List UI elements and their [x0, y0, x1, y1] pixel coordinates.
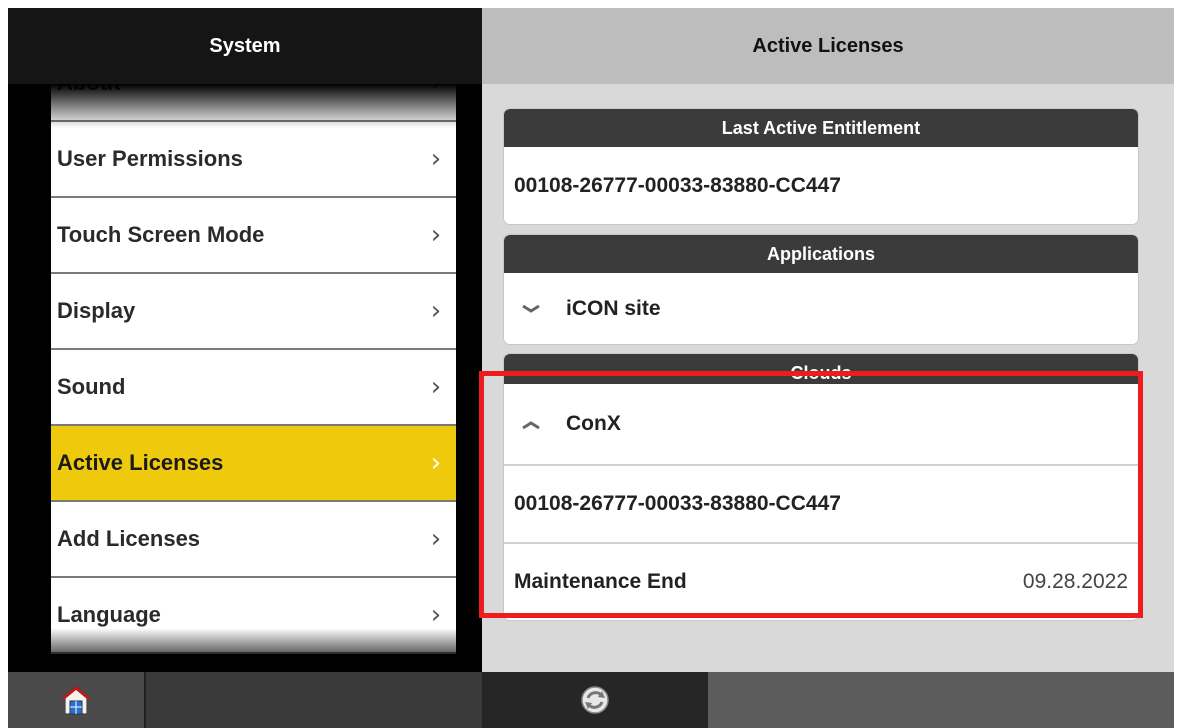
cloud-row-conx[interactable]: ConX — [504, 384, 1138, 464]
chevron-up-icon[interactable] — [512, 412, 550, 437]
refresh-button[interactable] — [482, 672, 708, 728]
chevron-down-icon[interactable] — [512, 296, 550, 321]
entitlement-header: Last Active Entitlement — [504, 109, 1138, 147]
chevron-right-icon: › — [430, 144, 442, 174]
left-footer — [8, 672, 482, 728]
entitlement-value-row: 00108-26777-00033-83880-CC447 — [504, 147, 1138, 224]
cloud-name: ConX — [566, 412, 621, 435]
chevron-right-icon: › — [430, 600, 442, 630]
menu-item-language[interactable]: Language › — [51, 578, 456, 654]
menu-item-display[interactable]: Display › — [51, 274, 456, 350]
right-footer — [482, 672, 1174, 728]
cloud-license-value: 00108-26777-00033-83880-CC447 — [514, 492, 841, 515]
chevron-right-icon: › — [430, 296, 442, 326]
chevron-right-icon: › — [416, 84, 456, 98]
applications-header: Applications — [504, 235, 1138, 273]
chevron-right-icon: › — [430, 524, 442, 554]
refresh-icon — [581, 686, 609, 714]
left-pane: System About › User Permissions › Touch … — [8, 8, 482, 728]
entitlement-value: 00108-26777-00033-83880-CC447 — [514, 173, 841, 197]
left-pane-title: System — [8, 8, 482, 84]
menu-item-sound[interactable]: Sound › — [51, 350, 456, 426]
right-pane: Active Licenses Last Active Entitlement … — [482, 8, 1174, 728]
menu-item-add-licenses[interactable]: Add Licenses › — [51, 502, 456, 578]
menu-item-user-permissions[interactable]: User Permissions › — [51, 122, 456, 198]
menu-item-label: Active Licenses — [57, 450, 224, 475]
chevron-right-icon: › — [430, 448, 442, 478]
clouds-header: Clouds — [504, 354, 1138, 384]
application-name: iCON site — [566, 296, 661, 320]
menu-item-touch-screen-mode[interactable]: Touch Screen Mode › — [51, 198, 456, 274]
menu-item-label: Language — [57, 602, 161, 627]
chevron-right-icon: › — [430, 220, 442, 250]
maintenance-row: Maintenance End 09.28.2022 — [504, 542, 1138, 620]
menu-item-active-licenses[interactable]: Active Licenses › — [51, 426, 456, 502]
menu-item-label: Touch Screen Mode — [57, 222, 265, 247]
device-screen: System About › User Permissions › Touch … — [8, 8, 1174, 728]
application-row-icon-site[interactable]: iCON site — [504, 273, 1138, 344]
menu-item-label: Sound — [57, 374, 126, 399]
home-icon — [59, 685, 93, 715]
chevron-right-icon: › — [430, 372, 442, 402]
clouds-card: Clouds ConX 00108-26777-00033-83880-CC44… — [504, 354, 1138, 620]
menu-item-label: User Permissions — [57, 146, 243, 171]
system-menu[interactable]: About › User Permissions › Touch Screen … — [51, 84, 456, 672]
maintenance-label: Maintenance End — [514, 570, 687, 593]
screenshot-frame: System About › User Permissions › Touch … — [0, 0, 1183, 728]
menu-item-label: Display — [57, 298, 136, 323]
applications-card: Applications iCON site — [504, 235, 1138, 344]
maintenance-value: 09.28.2022 — [1022, 570, 1128, 593]
cloud-license-row: 00108-26777-00033-83880-CC447 — [504, 464, 1138, 542]
home-button[interactable] — [8, 672, 146, 728]
menu-item-label: Add Licenses — [57, 526, 201, 551]
menu-item-about[interactable]: About › — [51, 84, 456, 122]
right-pane-title: Active Licenses — [482, 8, 1174, 84]
entitlement-card: Last Active Entitlement 00108-26777-0003… — [504, 109, 1138, 224]
menu-item-label: About — [51, 84, 416, 96]
